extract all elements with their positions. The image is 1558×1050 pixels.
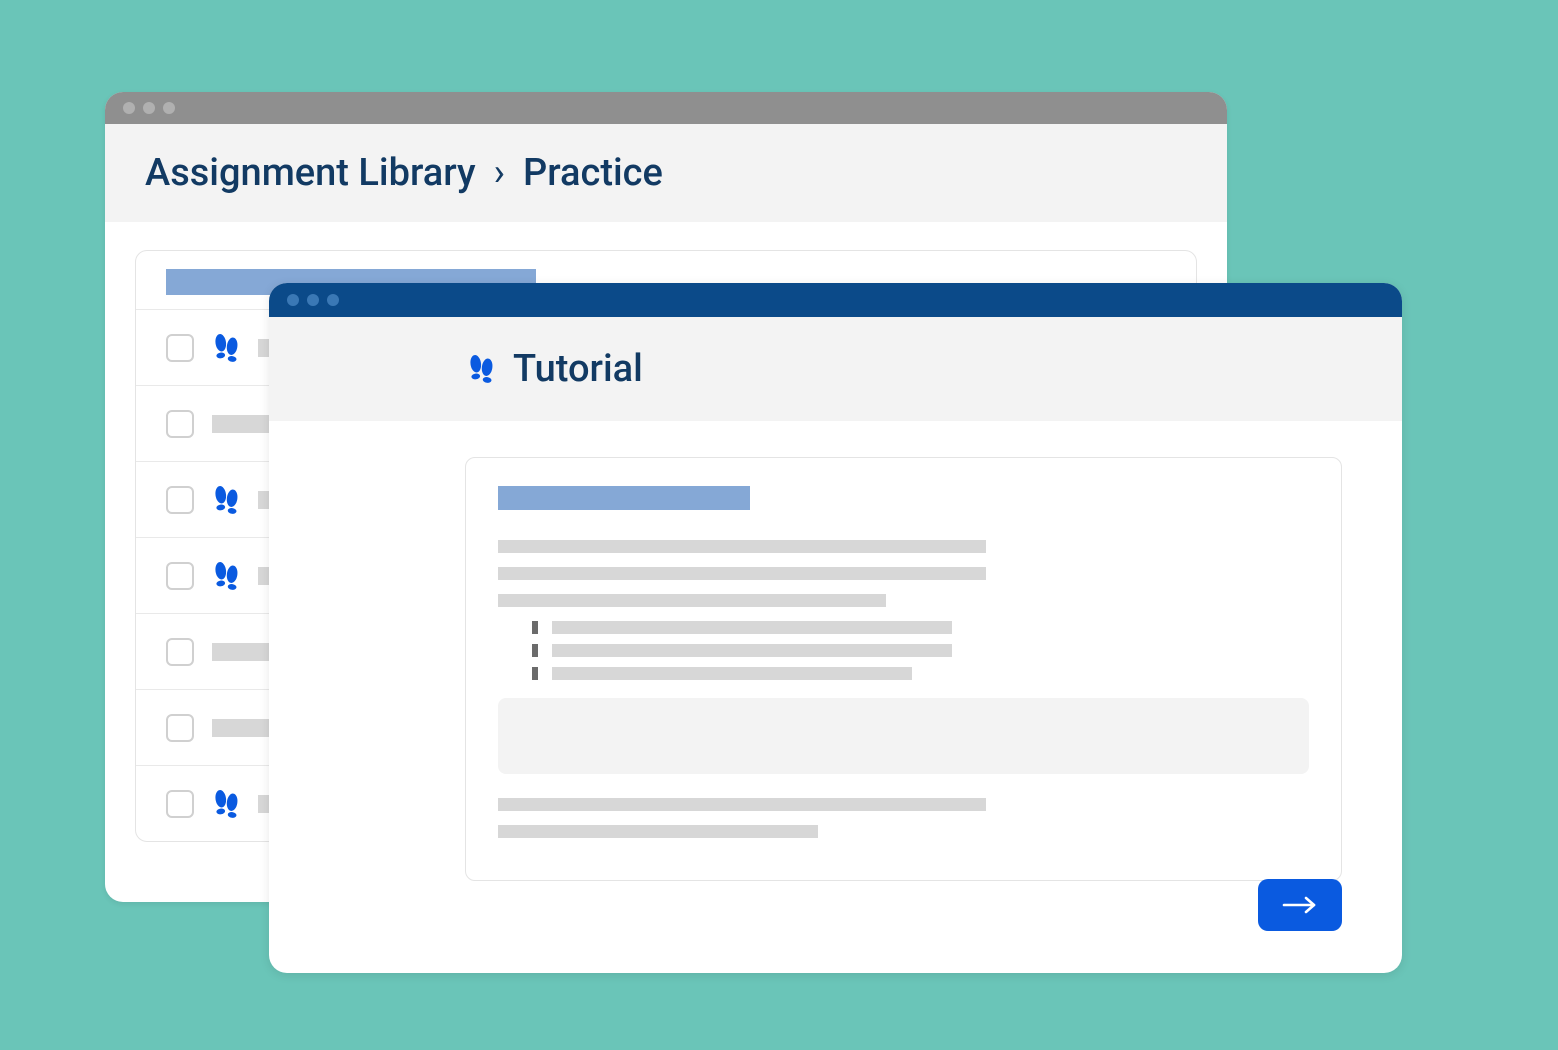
footprints-icon: [212, 789, 240, 819]
row-checkbox[interactable]: [166, 334, 194, 362]
row-checkbox[interactable]: [166, 638, 194, 666]
footprints-icon: [212, 485, 240, 515]
row-checkbox[interactable]: [166, 562, 194, 590]
answer-input-placeholder[interactable]: [498, 698, 1309, 774]
tutorial-content-card: [465, 457, 1342, 881]
text-line-placeholder: [552, 621, 952, 634]
footprints-icon: [467, 354, 495, 384]
arrow-right-icon: [1280, 895, 1320, 915]
next-button[interactable]: [1258, 879, 1342, 931]
text-line-placeholder: [498, 798, 986, 811]
footprints-icon: [212, 333, 240, 363]
bullet-marker-icon: [532, 667, 538, 680]
bullet-marker-icon: [532, 621, 538, 634]
text-line-placeholder: [552, 667, 912, 680]
window-titlebar: [269, 283, 1402, 317]
tutorial-title: Tutorial: [513, 347, 643, 391]
window-control-dot[interactable]: [327, 294, 339, 306]
window-control-dot[interactable]: [143, 102, 155, 114]
bullet-row: [532, 667, 1309, 680]
bullet-list: [532, 621, 1309, 680]
window-control-dot[interactable]: [307, 294, 319, 306]
breadcrumb: Assignment Library › Practice: [105, 124, 1227, 222]
text-line-placeholder: [498, 825, 818, 838]
bullet-marker-icon: [532, 644, 538, 657]
window-titlebar: [105, 92, 1227, 124]
bullet-row: [532, 621, 1309, 634]
tutorial-header: Tutorial: [269, 317, 1402, 421]
text-line-placeholder: [498, 594, 886, 607]
breadcrumb-root[interactable]: Assignment Library: [145, 151, 476, 195]
bullet-row: [532, 644, 1309, 657]
tutorial-window: Tutorial: [269, 283, 1402, 973]
content-title-placeholder: [498, 486, 750, 510]
row-checkbox[interactable]: [166, 486, 194, 514]
text-line-placeholder: [498, 567, 986, 580]
breadcrumb-current: Practice: [523, 151, 663, 195]
breadcrumb-separator: ›: [494, 151, 505, 195]
window-control-dot[interactable]: [163, 102, 175, 114]
window-control-dot[interactable]: [123, 102, 135, 114]
row-checkbox[interactable]: [166, 714, 194, 742]
window-control-dot[interactable]: [287, 294, 299, 306]
footprints-icon: [212, 561, 240, 591]
text-line-placeholder: [498, 540, 986, 553]
row-checkbox[interactable]: [166, 790, 194, 818]
text-line-placeholder: [552, 644, 952, 657]
row-checkbox[interactable]: [166, 410, 194, 438]
